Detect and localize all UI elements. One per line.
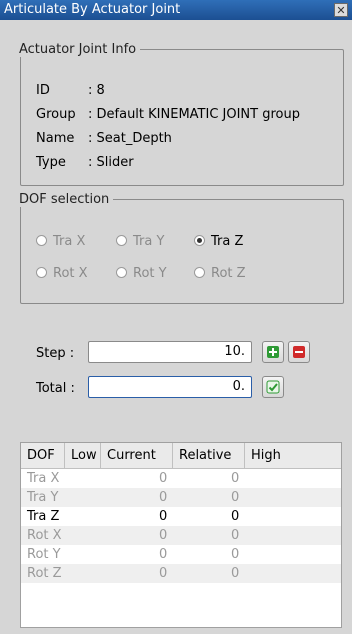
close-icon[interactable]: ✕ xyxy=(334,3,348,17)
radio-label: Tra Z xyxy=(211,234,244,249)
column-header-high[interactable]: High xyxy=(245,443,317,468)
info-row-id: ID : 8 xyxy=(36,83,105,98)
window-title: Articulate By Actuator Joint xyxy=(4,2,181,17)
radio-circle-icon xyxy=(116,235,127,246)
info-row-type: Type : Slider xyxy=(36,155,134,170)
info-value: : 8 xyxy=(88,83,105,98)
cell-dof: Rot Y xyxy=(27,547,61,562)
cell-relative: 0 xyxy=(231,490,240,505)
increment-step-button[interactable] xyxy=(262,341,284,363)
info-label: ID xyxy=(36,83,50,98)
dof-table: DOF Low Current Relative High Tra X 0 0 … xyxy=(20,442,342,628)
info-label: Name xyxy=(36,131,75,146)
table-row[interactable]: Tra Z 0 0 xyxy=(21,507,341,526)
radio-label: Tra X xyxy=(53,234,86,249)
radio-label: Rot Z xyxy=(211,266,246,281)
decrement-step-button[interactable] xyxy=(288,341,310,363)
cell-relative: 0 xyxy=(231,471,240,486)
cell-relative: 0 xyxy=(231,566,240,581)
info-value: : Default KINEMATIC JOINT group xyxy=(88,107,300,122)
table-row[interactable]: Rot X 0 0 xyxy=(21,526,341,545)
plus-icon xyxy=(267,346,279,358)
cell-current: 0 xyxy=(159,566,168,581)
total-input[interactable]: 0. xyxy=(88,376,252,398)
cell-current: 0 xyxy=(159,528,168,543)
cell-current: 0 xyxy=(159,509,168,524)
info-row-group: Group : Default KINEMATIC JOINT group xyxy=(36,107,300,122)
radio-circle-icon xyxy=(194,235,205,246)
step-label: Step : xyxy=(36,346,75,361)
radio-rot-y[interactable]: Rot Y xyxy=(116,266,167,281)
radio-circle-icon xyxy=(194,267,205,278)
table-row[interactable]: Rot Z 0 0 xyxy=(21,564,341,583)
radio-tra-z[interactable]: Tra Z xyxy=(194,234,243,249)
column-header-dof[interactable]: DOF xyxy=(21,443,65,468)
cell-current: 0 xyxy=(159,547,168,562)
actuator-joint-info-legend: Actuator Joint Info xyxy=(19,42,137,57)
title-bar[interactable]: Articulate By Actuator Joint ✕ xyxy=(0,0,352,20)
cell-dof: Rot X xyxy=(27,528,62,543)
apply-total-button[interactable] xyxy=(262,376,284,398)
cell-dof: Tra X xyxy=(27,471,60,486)
table-row[interactable]: Tra Y 0 0 xyxy=(21,488,341,507)
radio-label: Tra Y xyxy=(133,234,165,249)
cell-current: 0 xyxy=(159,471,168,486)
step-input[interactable]: 10. xyxy=(88,341,252,363)
info-row-name: Name : Seat_Depth xyxy=(36,131,172,146)
cell-dof: Tra Z xyxy=(27,509,60,524)
column-header-current[interactable]: Current xyxy=(101,443,173,468)
total-label: Total : xyxy=(36,381,75,396)
minus-icon xyxy=(293,346,305,358)
radio-tra-x[interactable]: Tra X xyxy=(36,234,85,249)
radio-rot-x[interactable]: Rot X xyxy=(36,266,88,281)
cell-current: 0 xyxy=(159,490,168,505)
cell-dof: Rot Z xyxy=(27,566,62,581)
radio-rot-z[interactable]: Rot Z xyxy=(194,266,246,281)
table-row[interactable]: Rot Y 0 0 xyxy=(21,545,341,564)
articulate-dialog: Articulate By Actuator Joint ✕ Actuator … xyxy=(0,0,352,634)
cell-dof: Tra Y xyxy=(27,490,59,505)
info-label: Group xyxy=(36,107,76,122)
info-label: Type xyxy=(36,155,66,170)
table-header: DOF Low Current Relative High xyxy=(21,443,341,469)
checkmark-icon xyxy=(266,380,280,394)
radio-circle-icon xyxy=(36,235,47,246)
dof-selection-legend: DOF selection xyxy=(19,192,110,207)
radio-circle-icon xyxy=(36,267,47,278)
radio-circle-icon xyxy=(116,267,127,278)
radio-label: Rot Y xyxy=(133,266,167,281)
cell-relative: 0 xyxy=(231,509,240,524)
column-header-low[interactable]: Low xyxy=(65,443,101,468)
info-value: : Slider xyxy=(88,155,134,170)
radio-label: Rot X xyxy=(53,266,88,281)
cell-relative: 0 xyxy=(231,547,240,562)
table-row[interactable]: Tra X 0 0 xyxy=(21,469,341,488)
radio-tra-y[interactable]: Tra Y xyxy=(116,234,164,249)
column-header-relative[interactable]: Relative xyxy=(173,443,245,468)
cell-relative: 0 xyxy=(231,528,240,543)
info-value: : Seat_Depth xyxy=(88,131,172,146)
